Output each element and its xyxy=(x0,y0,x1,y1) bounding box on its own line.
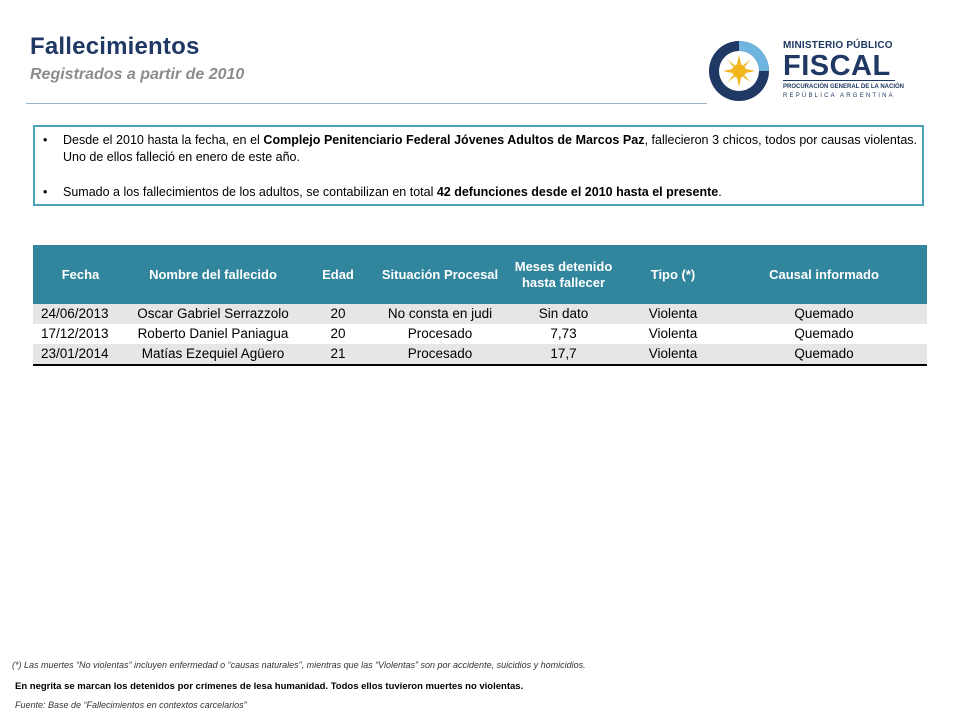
cell-tipo: Violenta xyxy=(625,344,721,366)
bullet-dot-icon: • xyxy=(43,133,48,147)
logo-wordmark: MINISTERIO PÚBLICO FISCAL PROCURACIÓN GE… xyxy=(783,40,904,101)
cell-situacion: Procesado xyxy=(378,324,502,344)
footnote-negrita: En negrita se marcan los detenidos por c… xyxy=(15,681,524,692)
footnote-tipo: (*) Las muertes “No violentas” incluyen … xyxy=(12,660,586,670)
cell-edad: 20 xyxy=(298,304,378,324)
cell-situacion: No consta en judi xyxy=(378,304,502,324)
summary-bullet-1-text: Desde el 2010 hasta la fecha, en el Comp… xyxy=(63,132,917,166)
cell-tipo: Violenta xyxy=(625,304,721,324)
header-divider xyxy=(26,103,707,104)
footnote-fuente: Fuente: Base de “Fallecimientos en conte… xyxy=(15,700,247,710)
cell-situacion: Procesado xyxy=(378,344,502,366)
page-title: Fallecimientos xyxy=(30,33,200,60)
bullet-2-pre: Sumado a los fallecimientos de los adult… xyxy=(63,185,437,199)
bullet-1-pre: Desde el 2010 hasta la fecha, en el xyxy=(63,133,264,147)
cell-fecha: 24/06/2013 xyxy=(33,304,128,324)
summary-bullet-2-text: Sumado a los fallecimientos de los adult… xyxy=(63,184,917,201)
cell-fecha: 23/01/2014 xyxy=(33,344,128,366)
cell-nombre: Matías Ezequiel Agüero xyxy=(128,344,298,366)
cell-edad: 20 xyxy=(298,324,378,344)
cell-causal: Quemado xyxy=(721,324,927,344)
cell-causal: Quemado xyxy=(721,344,927,366)
summary-bullet-1: • Desde el 2010 hasta la fecha, en el Co… xyxy=(43,132,917,166)
cell-fecha: 17/12/2013 xyxy=(33,324,128,344)
table-row: 23/01/2014 Matías Ezequiel Agüero 21 Pro… xyxy=(33,344,927,366)
col-header-situacion: Situación Procesal xyxy=(378,245,502,304)
ministerio-publico-fiscal-logo: MINISTERIO PÚBLICO FISCAL PROCURACIÓN GE… xyxy=(705,36,904,101)
cell-causal: Quemado xyxy=(721,304,927,324)
col-header-fecha: Fecha xyxy=(33,245,128,304)
col-header-meses: Meses detenido hasta fallecer xyxy=(502,245,625,304)
col-header-tipo: Tipo (*) xyxy=(625,245,721,304)
table-row: 17/12/2013 Roberto Daniel Paniagua 20 Pr… xyxy=(33,324,927,344)
cell-tipo: Violenta xyxy=(625,324,721,344)
cell-meses: 7,73 xyxy=(502,324,625,344)
bullet-dot-icon: • xyxy=(43,185,48,199)
cell-edad: 21 xyxy=(298,344,378,366)
bullet-2-bold: 42 defunciones desde el 2010 hasta el pr… xyxy=(436,185,719,199)
table-row: 24/06/2013 Oscar Gabriel Serrazzolo 20 N… xyxy=(33,304,927,324)
logo-line-republica: REPÚBLICA ARGENTINA xyxy=(783,93,895,99)
cell-meses: Sin dato xyxy=(502,304,625,324)
col-header-edad: Edad xyxy=(298,245,378,304)
cell-nombre: Roberto Daniel Paniagua xyxy=(128,324,298,344)
summary-bullet-2: • Sumado a los fallecimientos de los adu… xyxy=(43,184,917,201)
bullet-1-bold: Complejo Penitenciario Federal Jóvenes A… xyxy=(263,133,645,147)
cell-meses: 17,7 xyxy=(502,344,625,366)
sun-emblem-icon xyxy=(709,41,769,101)
page-subtitle: Registrados a partir de 2010 xyxy=(30,66,245,83)
logo-line-fiscal: FISCAL xyxy=(783,50,891,82)
table-header-row: Fecha Nombre del fallecido Edad Situació… xyxy=(33,245,927,304)
summary-box: • Desde el 2010 hasta la fecha, en el Co… xyxy=(33,125,924,206)
cell-nombre: Oscar Gabriel Serrazzolo xyxy=(128,304,298,324)
deaths-table: Fecha Nombre del fallecido Edad Situació… xyxy=(33,245,927,366)
col-header-nombre: Nombre del fallecido xyxy=(128,245,298,304)
bullet-2-post: . xyxy=(718,185,722,199)
col-header-causal: Causal informado xyxy=(721,245,927,304)
